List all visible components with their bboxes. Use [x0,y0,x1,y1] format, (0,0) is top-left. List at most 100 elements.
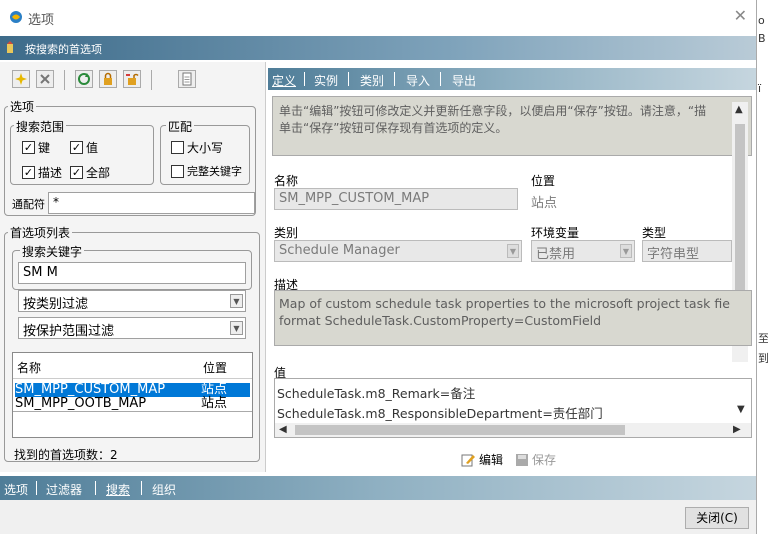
tab-export[interactable]: 导出 [452,72,476,89]
tab-instances[interactable]: 实例 [314,72,338,89]
delete-icon[interactable] [36,70,54,88]
select-value: 按类别过滤 [23,297,89,312]
left-panel: 选项 搜索范围 ✓ 键 ✓ 值 ✓ 描述 ✓ 全部 匹配 大小写 完整关键字 通配符 *… [0,62,266,472]
list-item[interactable]: SM_MPP_CUSTOM_MAP 站点 [15,383,250,397]
match-whole-word-checkbox[interactable]: 完整关键字 [171,163,242,179]
horizontal-scrollbar[interactable]: ◀ ▶ [275,423,751,437]
background-text: 到 [758,352,768,365]
scope-all-checkbox[interactable]: ✓ 全部 [70,164,110,181]
header-title: 按搜索的首选项 [25,43,102,56]
checkbox-box[interactable]: ✓ [22,141,35,154]
checkbox-label: 大小写 [187,141,224,155]
tab-separator [304,72,305,86]
value-line: ScheduleTask.m8_ResponsibleDepartment=责任… [277,406,603,421]
options-dialog: 选项 ✕ 按搜索的首选项 选项 搜索范围 ✓ 键 ✓ 值 ✓ 描述 ✓ 全部 匹… [0,0,757,534]
new-icon[interactable] [12,70,30,88]
chevron-down-icon[interactable]: ▼ [620,244,632,258]
column-header-location[interactable]: 位置 [203,359,227,376]
value-line: ScheduleTask.m8_Remark=备注 [277,386,476,401]
tab-import[interactable]: 导入 [406,72,430,89]
location-label: 位置 [531,174,556,188]
checkbox-label: 描述 [38,166,63,180]
select-value: Schedule Manager [279,243,400,258]
found-count: 找到的首选项数：2 [14,448,118,462]
edit-button[interactable]: 编辑 [460,451,503,468]
env-variable-label: 环境变量 [531,226,580,240]
checkbox-box[interactable]: ✓ [70,166,83,179]
document-icon[interactable] [178,70,196,88]
category-label: 类别 [274,226,299,240]
background-window-edge: o B ї 至 到 [757,0,768,534]
chevron-down-icon[interactable]: ▼ [507,244,519,258]
checkbox-box[interactable]: ✓ [22,166,35,179]
category-filter-select[interactable]: 按类别过滤 ▼ [18,290,246,312]
nav-search[interactable]: 搜索 [106,481,130,498]
type-label: 类型 [642,226,667,240]
wildcard-label: 通配符 [12,198,45,211]
refresh-icon[interactable] [75,70,93,88]
checkbox-box[interactable] [171,164,184,178]
nav-separator [141,481,142,495]
toolbar-separator [151,70,152,90]
column-header-name[interactable]: 名称 [17,359,41,376]
category-select[interactable]: Schedule Manager ▼ [274,240,522,262]
tab-separator [440,72,441,86]
chevron-down-icon[interactable]: ▼ [230,294,243,308]
scope-value-checkbox[interactable]: ✓ 值 [70,139,98,156]
tab-definition[interactable]: 定义 [272,72,296,89]
options-group-legend: 选项 [8,98,37,115]
location-value: 站点 [531,196,558,211]
preference-icon [7,41,13,53]
edit-button-label: 编辑 [479,453,504,467]
close-button[interactable]: 关闭(C) [685,507,749,529]
dialog-footer: 关闭(C) [0,500,756,534]
name-field[interactable]: SM_MPP_CUSTOM_MAP [274,188,518,210]
chevron-left-icon[interactable]: ◀ [279,424,287,435]
list-divider [13,411,252,412]
tab-category[interactable]: 类别 [360,72,384,89]
preference-list-legend: 首选项列表 [8,224,73,241]
match-case-checkbox[interactable]: 大小写 [171,139,223,156]
background-text: ї [758,82,762,95]
chevron-down-icon[interactable]: ▼ [737,404,745,415]
search-scope-legend: 搜索范围 [14,118,67,135]
lock-icon[interactable] [99,70,117,88]
chevron-right-icon[interactable]: ▶ [733,424,741,435]
select-value: 按保护范围过滤 [23,324,115,339]
chevron-down-icon[interactable]: ▼ [230,321,243,335]
title-bar: 选项 ✕ [0,0,756,34]
unlock-icon[interactable] [123,70,141,88]
wildcard-input[interactable]: * [48,192,255,214]
nav-organize[interactable]: 组织 [152,481,176,498]
help-text-line: 单击“保存”按钮可保存现有首选项的定义。 [279,121,508,135]
select-value: 字符串型 [647,247,700,262]
checkbox-box[interactable]: ✓ [70,141,83,154]
scrollbar-thumb[interactable] [295,425,625,435]
save-icon [516,453,528,466]
edit-icon [461,454,475,466]
type-select[interactable]: 字符串型 [642,240,732,262]
protection-filter-select[interactable]: 按保护范围过滤 ▼ [18,317,246,339]
header-bar: 按搜索的首选项 [0,36,756,60]
list-item[interactable]: SM_MPP_OOTB_MAP 站点 [15,397,250,411]
toolbar [12,68,252,94]
search-keyword-input[interactable]: SM M [18,262,246,284]
nav-options[interactable]: 选项 [4,481,28,498]
checkbox-box[interactable] [171,141,184,154]
background-text: o [758,14,765,27]
env-variable-select[interactable]: 已禁用 ▼ [531,240,635,262]
close-icon[interactable]: ✕ [734,6,747,25]
tab-separator [394,72,395,86]
value-box: ScheduleTask.m8_Remark=备注 ScheduleTask.m… [274,378,752,438]
chevron-up-icon[interactable]: ▲ [735,104,743,115]
scope-description-checkbox[interactable]: ✓ 描述 [22,164,62,181]
match-legend: 匹配 [166,118,195,135]
scope-key-checkbox[interactable]: ✓ 键 [22,139,50,156]
list-header: 名称 位置 [13,353,252,379]
list-item-name: SM_MPP_OOTB_MAP [15,396,147,411]
tab-separator [348,72,349,86]
nav-filters[interactable]: 过滤器 [46,481,82,498]
checkbox-label: 全部 [86,166,111,180]
save-button[interactable]: 保存 [515,451,556,468]
background-text: 至 [758,332,768,345]
